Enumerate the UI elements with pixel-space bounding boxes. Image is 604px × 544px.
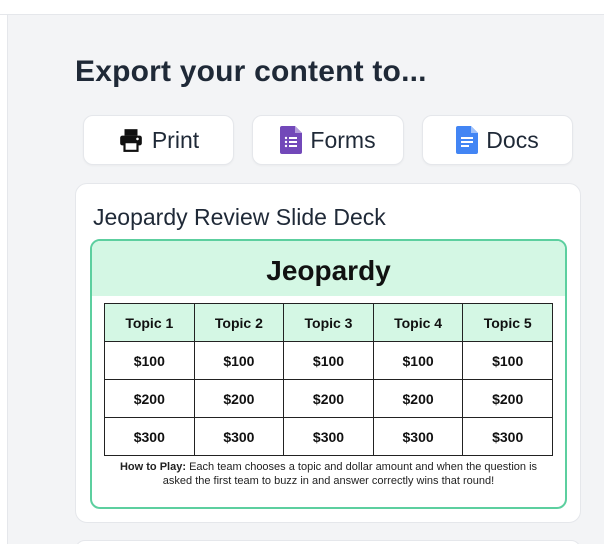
value-cell: $200 bbox=[462, 379, 553, 418]
value-cell: $200 bbox=[372, 379, 464, 418]
value-cell: $100 bbox=[104, 341, 195, 380]
slide-title: Jeopardy bbox=[266, 255, 391, 286]
value-cell: $200 bbox=[104, 379, 195, 418]
value-cell: $100 bbox=[283, 341, 374, 380]
topic-header: Topic 3 bbox=[283, 303, 374, 342]
how-to-play-label: How to Play: bbox=[119, 461, 186, 473]
how-to-play-body: Each team chooses a topic and dollar amo… bbox=[162, 461, 538, 487]
topic-header: Topic 1 bbox=[104, 303, 195, 342]
next-card[interactable] bbox=[75, 540, 581, 544]
forms-button[interactable]: Forms bbox=[252, 115, 404, 165]
table-row: $300 $300 $300 $300 $300 bbox=[104, 417, 553, 456]
value-cell: $100 bbox=[462, 341, 553, 380]
value-cell: $100 bbox=[372, 341, 464, 380]
left-rail bbox=[0, 15, 8, 544]
topic-header: Topic 5 bbox=[462, 303, 553, 342]
value-cell: $300 bbox=[104, 417, 195, 456]
slide-preview[interactable]: Jeopardy Topic 1 Topic 2 Topic 3 Topic 4… bbox=[90, 239, 567, 509]
value-cell: $100 bbox=[193, 341, 285, 380]
value-cell: $300 bbox=[283, 417, 374, 456]
top-bar bbox=[0, 0, 604, 15]
jeopardy-board: Topic 1 Topic 2 Topic 3 Topic 4 Topic 5 … bbox=[104, 303, 553, 456]
docs-button[interactable]: Docs bbox=[422, 115, 573, 165]
docs-button-label: Docs bbox=[486, 126, 539, 153]
topic-header-row: Topic 1 Topic 2 Topic 3 Topic 4 Topic 5 bbox=[104, 303, 553, 342]
topic-header: Topic 2 bbox=[193, 303, 285, 342]
forms-button-label: Forms bbox=[310, 126, 376, 153]
value-cell: $300 bbox=[372, 417, 464, 456]
value-cell: $300 bbox=[193, 417, 285, 456]
print-button-label: Print bbox=[151, 126, 200, 153]
how-to-play-text: How to Play: Each team chooses a topic a… bbox=[104, 460, 553, 488]
print-button[interactable]: Print bbox=[83, 115, 234, 165]
value-cell: $200 bbox=[283, 379, 374, 418]
topic-header: Topic 4 bbox=[372, 303, 464, 342]
card-title: Jeopardy Review Slide Deck bbox=[93, 204, 386, 230]
printer-icon bbox=[118, 127, 144, 153]
value-cell: $300 bbox=[462, 417, 553, 456]
table-row: $200 $200 $200 $200 $200 bbox=[104, 379, 553, 418]
google-docs-icon bbox=[456, 126, 479, 154]
slide-deck-card[interactable]: Jeopardy Review Slide Deck Jeopardy Topi… bbox=[75, 183, 581, 523]
table-row: $100 $100 $100 $100 $100 bbox=[104, 341, 553, 380]
page-title: Export your content to... bbox=[75, 55, 427, 88]
google-forms-icon bbox=[280, 126, 303, 154]
value-cell: $200 bbox=[193, 379, 285, 418]
